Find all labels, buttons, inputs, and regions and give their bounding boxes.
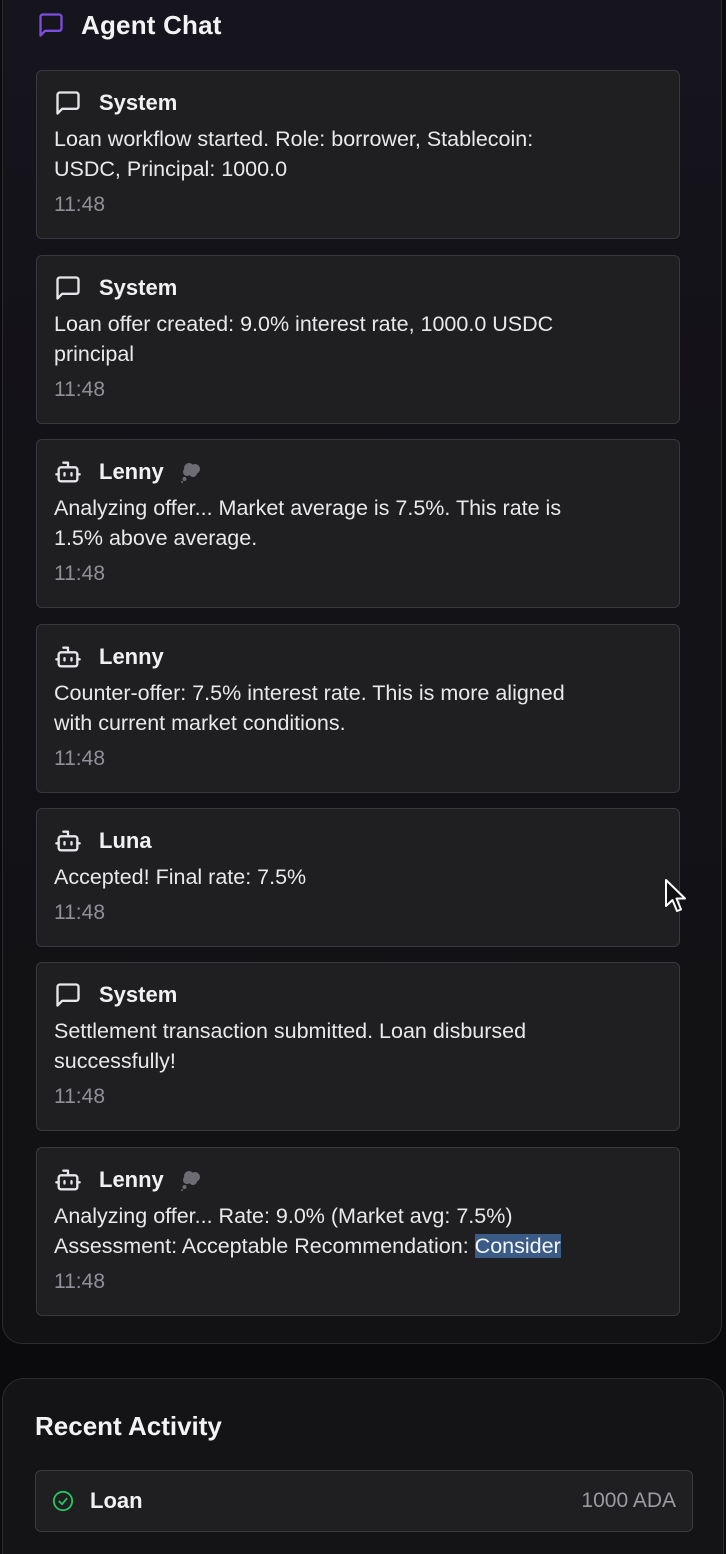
bot-icon	[54, 458, 82, 486]
message-sender: Lenny	[99, 459, 164, 484]
activity-label: Loan	[90, 1488, 143, 1513]
message-square-icon	[54, 89, 82, 117]
chat-message: System Loan workflow started. Role: borr…	[36, 70, 680, 239]
message-header: Lenny	[54, 641, 663, 673]
message-time: 11:48	[54, 747, 105, 770]
message-time: 11:48	[54, 1270, 105, 1293]
message-text: Loan workflow started. Role: borrower, S…	[54, 127, 534, 181]
check-circle-icon	[52, 1490, 74, 1512]
page: Agent Chat System Loan workflow started.…	[0, 0, 726, 1554]
message-square-icon	[37, 11, 65, 39]
message-text: Counter-offer: 7.5% interest rate. This …	[54, 681, 565, 735]
message-sender: Luna	[99, 828, 152, 853]
message-time: 11:48	[54, 378, 105, 401]
message-time: 11:48	[54, 562, 105, 585]
recent-activity-title: Recent Activity	[35, 1411, 222, 1441]
message-text: Analyzing offer... Market average is 7.5…	[54, 496, 562, 550]
message-text: Settlement transaction submitted. Loan d…	[54, 1019, 527, 1073]
chat-message: Lenny Analyzing offer... Market average …	[36, 439, 680, 608]
recent-activity-panel: Recent Activity Loan 1000 ADA	[2, 1378, 724, 1554]
chat-message: Lenny Analyzing offer... Rate: 9.0% (Mar…	[36, 1147, 680, 1316]
thought-bubble-icon	[180, 1169, 204, 1191]
message-header: System	[54, 272, 663, 304]
message-text: Analyzing offer... Rate: 9.0% (Market av…	[54, 1201, 663, 1261]
message-time: 11:48	[54, 1085, 105, 1108]
message-square-icon	[54, 981, 82, 1009]
chat-message: Luna Accepted! Final rate: 7.5% 11:48	[36, 808, 680, 947]
bot-icon	[54, 827, 82, 855]
message-header: Lenny	[54, 456, 663, 488]
bot-icon	[54, 643, 82, 671]
message-sender: Lenny	[99, 644, 164, 669]
mouse-cursor-icon	[665, 879, 686, 912]
message-text: Accepted! Final rate: 7.5%	[54, 865, 307, 889]
chat-message: System Loan offer created: 9.0% interest…	[36, 255, 680, 424]
chat-message: Lenny Counter-offer: 7.5% interest rate.…	[36, 624, 680, 793]
chat-message: System Settlement transaction submitted.…	[36, 962, 680, 1131]
message-sender: System	[99, 90, 178, 115]
message-text: Loan offer created: 9.0% interest rate, …	[54, 312, 554, 366]
message-header: Lenny	[54, 1164, 663, 1196]
message-sender: System	[99, 275, 178, 300]
message-header: System	[54, 979, 663, 1011]
message-header: Luna	[54, 825, 663, 857]
selected-text: Consider	[474, 1234, 561, 1258]
message-time: 11:48	[54, 193, 105, 216]
activity-item[interactable]: Loan 1000 ADA	[35, 1470, 693, 1532]
agent-chat-panel: Agent Chat System Loan workflow started.…	[2, 0, 722, 1344]
agent-chat-header: Agent Chat	[37, 6, 222, 44]
message-header: System	[54, 87, 663, 119]
message-square-icon	[54, 274, 82, 302]
agent-chat-title: Agent Chat	[81, 9, 222, 40]
message-sender: System	[99, 982, 178, 1007]
message-time: 11:48	[54, 901, 105, 924]
message-sender: Lenny	[99, 1167, 164, 1192]
bot-icon	[54, 1166, 82, 1194]
thought-bubble-icon	[180, 461, 204, 483]
message-text-main: Analyzing offer... Rate: 9.0% (Market av…	[54, 1204, 513, 1258]
activity-amount: 1000 ADA	[581, 1489, 676, 1512]
